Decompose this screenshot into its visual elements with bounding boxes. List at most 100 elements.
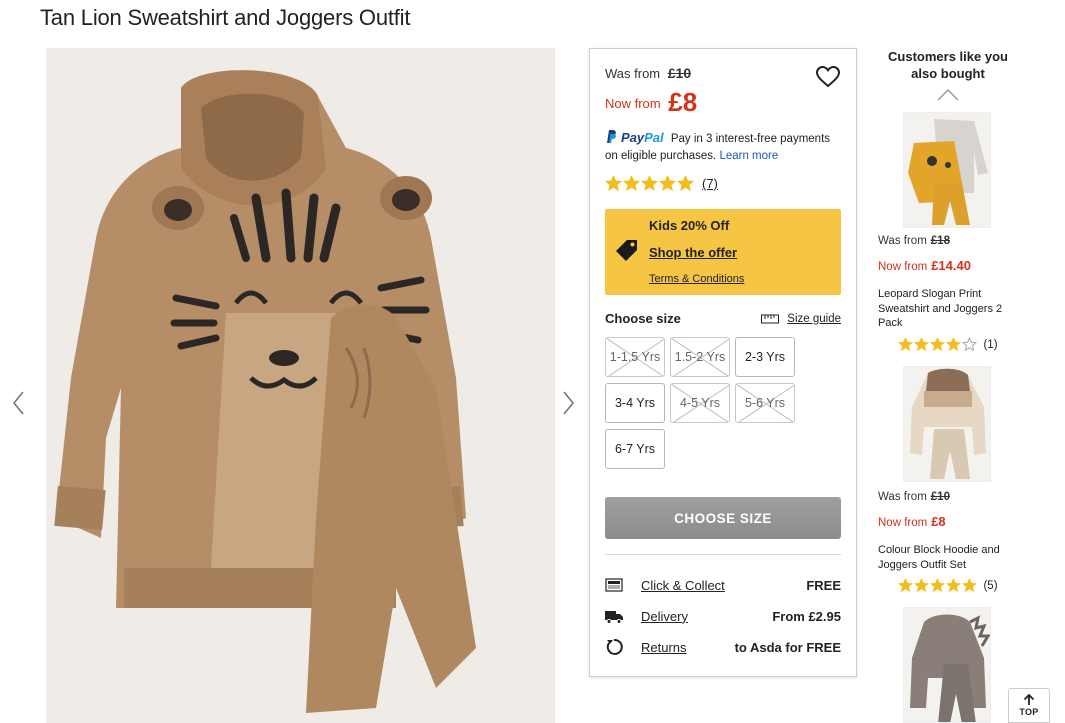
star-filled-icon — [930, 578, 946, 593]
size-guide-link[interactable]: Size guide — [761, 313, 841, 325]
choose-size-label: Choose size — [605, 311, 681, 326]
scroll-up-chevron-icon[interactable] — [937, 88, 959, 102]
rec-image-dino-hoodie — [904, 608, 990, 722]
star-filled-icon — [898, 337, 914, 352]
star-filled-icon — [946, 578, 962, 593]
rec-rating: (5) — [878, 578, 1018, 593]
rec-product-name[interactable]: Leopard Slogan Print Sweatshirt and Jogg… — [878, 287, 1018, 331]
star-filled-icon — [946, 337, 962, 352]
previous-image-arrow[interactable] — [9, 388, 29, 418]
rec-now-label: Now from — [878, 261, 928, 273]
delivery-link[interactable]: Delivery — [641, 609, 772, 624]
ruler-icon — [761, 314, 780, 323]
rec-now-price: £14.40 — [931, 258, 971, 273]
star-filled-icon — [930, 337, 946, 352]
paypal-brand-part2: Pal — [644, 130, 664, 145]
paypal-brand-part1: Pay — [621, 130, 645, 145]
size-option-label: 2-3 Yrs — [744, 350, 786, 364]
size-option-label: 1-1.5 Yrs — [609, 350, 661, 364]
size-option-2-3-yrs[interactable]: 2-3 Yrs — [735, 337, 795, 377]
offer-title: Kids 20% Off — [649, 218, 730, 233]
rec-review-count: (5) — [983, 579, 998, 592]
rec-now-label: Now from — [878, 517, 928, 529]
size-option-3-4-yrs[interactable]: 3-4 Yrs — [605, 383, 665, 423]
size-option-label: 1.5-2 Yrs — [674, 350, 726, 364]
rec-was-price: £18 — [930, 235, 950, 247]
next-image-arrow[interactable] — [558, 388, 578, 418]
rec-product-image[interactable] — [903, 366, 991, 482]
size-option-4-5-yrs[interactable]: 4-5 Yrs — [670, 383, 730, 423]
rec-image-leopard — [904, 113, 990, 227]
size-guide-label: Size guide — [787, 312, 841, 325]
delivery-truck-icon — [605, 611, 623, 624]
returns-icon — [606, 638, 623, 655]
star-filled-icon — [623, 175, 640, 192]
rec-now-price-row: Now from £14.40 — [878, 258, 1018, 273]
star-filled-icon — [914, 578, 930, 593]
terms-conditions-link[interactable]: Terms & Conditions — [649, 273, 744, 285]
recommendations-panel: Customers like you also bought Was from £… — [878, 48, 1018, 723]
rec-product-image[interactable] — [903, 607, 991, 723]
rec-now-price: £8 — [931, 514, 946, 529]
rec-was-price-row: Was from £18 — [878, 235, 1018, 247]
rec-rating-stars — [898, 337, 978, 352]
sweatshirt-joggers-illustration — [46, 48, 555, 723]
paypal-learn-more-link[interactable]: Learn more — [719, 150, 778, 162]
was-price-row: Was from £10 — [605, 65, 691, 81]
star-empty-icon — [962, 337, 978, 352]
star-filled-icon — [659, 175, 676, 192]
review-count-link[interactable]: (7) — [702, 176, 718, 191]
star-filled-icon — [962, 578, 978, 593]
click-collect-link[interactable]: Click & Collect — [641, 578, 806, 593]
rating-stars — [605, 175, 694, 192]
rec-rating-stars — [898, 578, 978, 593]
size-option-label: 6-7 Yrs — [614, 442, 656, 456]
product-image[interactable] — [46, 48, 555, 723]
buy-box: Was from £10 Now from £8 Pay Pal Pay in 3… — [589, 48, 857, 677]
shop-offer-link[interactable]: Shop the offer — [649, 245, 737, 260]
star-filled-icon — [677, 175, 694, 192]
returns-link[interactable]: Returns — [641, 640, 735, 655]
now-label: Now from — [605, 96, 661, 111]
rec-product-image[interactable] — [903, 112, 991, 228]
star-filled-icon — [605, 175, 622, 192]
page-title: Tan Lion Sweatshirt and Joggers Outfit — [40, 5, 411, 30]
size-option-5-6-yrs[interactable]: 5-6 Yrs — [735, 383, 795, 423]
click-collect-icon — [605, 578, 623, 592]
back-to-top-label: TOP — [1019, 707, 1039, 717]
service-row-returns: Returns to Asda for FREE — [605, 636, 841, 658]
rec-image-colour-block — [904, 367, 990, 481]
size-option-label: 5-6 Yrs — [744, 396, 786, 410]
offer-banner: Kids 20% Off Shop the offer Terms & Cond… — [605, 209, 841, 295]
choose-size-button[interactable]: CHOOSE SIZE — [605, 497, 841, 539]
size-option-label: 4-5 Yrs — [679, 396, 721, 410]
recommendations-title: Customers like you also bought — [888, 49, 1008, 81]
was-label: Was from — [605, 66, 661, 81]
rec-review-count: (1) — [983, 338, 998, 351]
click-collect-value: FREE — [806, 577, 841, 593]
now-price: £8 — [668, 87, 698, 117]
star-filled-icon — [641, 175, 658, 192]
was-price: £10 — [667, 65, 692, 81]
star-filled-icon — [898, 578, 914, 593]
wishlist-heart-icon[interactable] — [815, 64, 841, 90]
back-to-top-button[interactable]: TOP — [1008, 688, 1050, 723]
returns-value: to Asda for FREE — [734, 639, 841, 655]
now-price-row: Now from £8 — [605, 87, 697, 118]
star-filled-icon — [914, 337, 930, 352]
service-row-delivery: Delivery From £2.95 — [605, 605, 841, 627]
size-header: Choose size Size guide — [605, 311, 841, 326]
rec-was-price: £10 — [930, 491, 950, 503]
arrow-up-icon — [1023, 694, 1035, 705]
rec-now-price-row: Now from £8 — [878, 514, 1018, 529]
rec-rating: (1) — [878, 337, 1018, 352]
rec-was-label: Was from — [878, 491, 927, 503]
size-option-1.5-2-yrs[interactable]: 1.5-2 Yrs — [670, 337, 730, 377]
size-option-1-1.5-yrs[interactable]: 1-1.5 Yrs — [605, 337, 665, 377]
service-row-click-collect: Click & Collect FREE — [605, 574, 841, 596]
rec-was-price-row: Was from £10 — [878, 491, 1018, 503]
size-option-6-7-yrs[interactable]: 6-7 Yrs — [605, 429, 665, 469]
rec-product-name[interactable]: Colour Block Hoodie and Joggers Outfit S… — [878, 543, 1018, 572]
delivery-value: From £2.95 — [772, 608, 841, 624]
paypal-message: Pay Pal Pay in 3 interest-free payments o… — [605, 129, 845, 165]
